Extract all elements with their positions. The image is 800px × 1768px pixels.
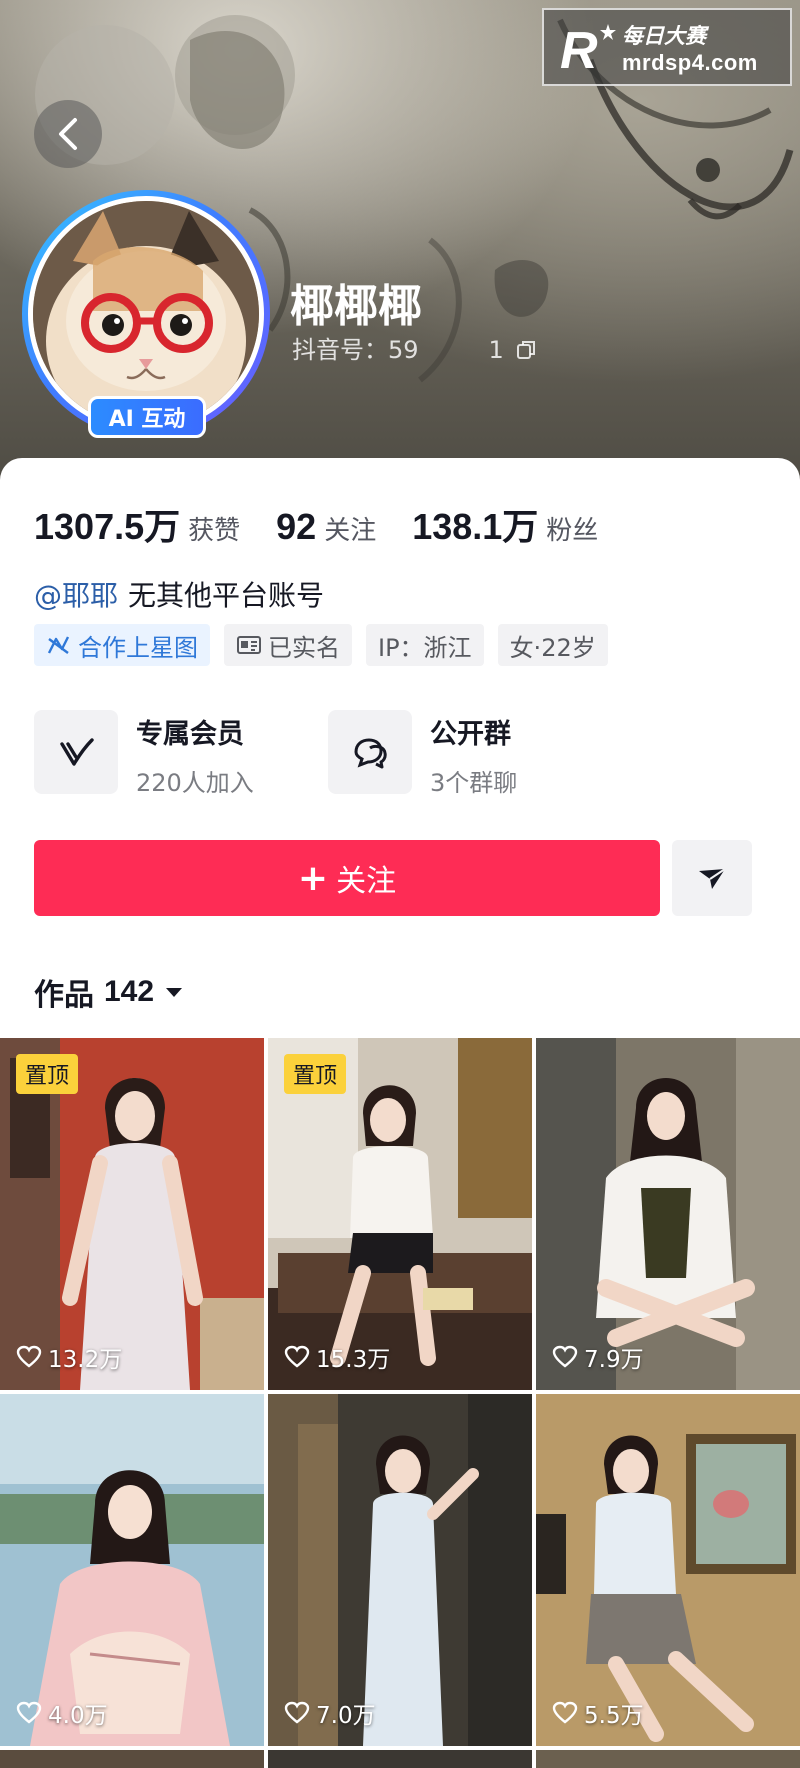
tag-star-map[interactable]: 合作上星图 — [34, 624, 210, 666]
id-card-icon — [237, 636, 261, 654]
feature-text: 专属会员 220人加入 — [136, 710, 254, 798]
watermark-logo-icon: R — [560, 22, 616, 78]
stat-following[interactable]: 92 关注 — [276, 506, 376, 548]
heart-icon — [552, 1701, 578, 1724]
ai-interaction-badge[interactable]: AI 互动 — [88, 396, 206, 438]
video-likes: 5.5万 — [552, 1696, 644, 1730]
v-member-icon — [60, 738, 94, 766]
star-map-icon — [47, 636, 70, 654]
heart-icon — [284, 1345, 310, 1368]
video-likes: 7.9万 — [552, 1340, 644, 1374]
stat-value: 1307.5万 — [34, 506, 181, 547]
tag-verified-name[interactable]: 已实名 — [224, 624, 352, 666]
stat-label: 关注 — [324, 516, 377, 546]
feature-subtitle: 3个群聊 — [430, 769, 518, 797]
bio-text: 无其他平台账号 — [128, 579, 325, 612]
tag-label: 合作上星图 — [78, 633, 198, 662]
watermark-title: 每日大赛 — [622, 25, 706, 48]
send-icon — [699, 868, 726, 889]
tag-label: IP：浙江 — [378, 633, 472, 662]
video-thumbnail[interactable] — [0, 1750, 264, 1768]
video-likes: 13.2万 — [16, 1340, 122, 1374]
stat-value: 92 — [276, 506, 317, 547]
feature-icon-box — [34, 710, 118, 794]
video-thumbnail[interactable] — [536, 1750, 800, 1768]
video-likes-count: 4.0万 — [48, 1703, 108, 1729]
works-count: 142 — [104, 975, 155, 1008]
watermark: R 每日大赛 mrdsp4.com — [542, 8, 792, 86]
tag-label: 女·22岁 — [509, 633, 596, 662]
back-button[interactable] — [34, 100, 102, 168]
douyin-id-right: 1 — [488, 336, 504, 364]
stat-value: 138.1万 — [412, 506, 539, 547]
feature-member[interactable]: 专属会员 220人加入 — [34, 710, 254, 798]
douyin-id-label: 抖音号： — [292, 336, 388, 364]
share-button[interactable] — [672, 840, 752, 916]
profile-tags: 合作上星图 已实名 IP：浙江 女·22岁 — [34, 624, 622, 666]
video-cover-image — [0, 1394, 264, 1746]
cat-with-red-glasses-avatar — [33, 201, 259, 427]
plus-icon: + — [297, 857, 329, 899]
stat-likes[interactable]: 1307.5万 获赞 — [34, 498, 240, 550]
chat-bubbles-icon — [354, 738, 387, 769]
bio-mention-link[interactable]: @耶耶 — [34, 579, 118, 612]
stat-label: 获赞 — [188, 516, 241, 546]
feature-title: 公开群 — [430, 719, 511, 750]
svg-text:R: R — [560, 22, 598, 78]
profile-header: R 每日大赛 mrdsp4.com AI 互动 椰椰椰 抖音号：59 1 — [0, 0, 800, 500]
video-thumbnail[interactable]: 置顶 13.2万 — [0, 1038, 264, 1390]
video-likes-count: 13.2万 — [48, 1347, 123, 1373]
feature-title: 专属会员 — [136, 719, 244, 750]
video-thumbnail[interactable]: 5.5万 — [536, 1394, 800, 1746]
chevron-left-icon — [59, 118, 77, 150]
heart-icon — [552, 1345, 578, 1368]
stat-label: 粉丝 — [546, 516, 599, 546]
heart-icon — [16, 1701, 42, 1724]
video-thumbnail[interactable]: 7.0万 — [268, 1394, 532, 1746]
video-cover-image — [536, 1394, 800, 1746]
video-likes: 4.0万 — [16, 1696, 108, 1730]
video-likes: 15.3万 — [284, 1340, 390, 1374]
follow-button[interactable]: + 关注 — [34, 840, 660, 916]
profile-nickname: 椰椰椰 — [290, 282, 422, 331]
watermark-url: mrdsp4.com — [622, 50, 758, 75]
heart-icon — [16, 1345, 42, 1368]
caret-down-icon — [166, 988, 183, 997]
video-thumbnail[interactable]: 置顶 15.3万 — [268, 1038, 532, 1390]
video-thumbnail[interactable]: 7.9万 — [536, 1038, 800, 1390]
douyin-id[interactable]: 抖音号：59 1 — [292, 330, 537, 365]
video-thumbnail[interactable]: 4.0万 — [0, 1394, 264, 1746]
bio: @耶耶 无其他平台账号 — [34, 574, 324, 614]
video-likes-count: 7.0万 — [316, 1703, 376, 1729]
feature-icon-box — [328, 710, 412, 794]
copy-icon[interactable] — [515, 339, 537, 361]
works-label: 作品 — [34, 978, 94, 1013]
tag-label: 已实名 — [268, 633, 340, 662]
feature-public-group[interactable]: 公开群 3个群聊 — [328, 710, 517, 798]
video-likes: 7.0万 — [284, 1696, 376, 1730]
video-thumbnail[interactable] — [268, 1750, 532, 1768]
douyin-id-left: 59 — [388, 336, 419, 364]
feature-subtitle: 220人加入 — [136, 769, 254, 797]
stat-followers[interactable]: 138.1万 粉丝 — [412, 498, 598, 550]
pinned-badge: 置顶 — [16, 1054, 79, 1094]
video-likes-count: 15.3万 — [316, 1347, 391, 1373]
follow-button-label: 关注 — [336, 864, 397, 899]
feature-text: 公开群 3个群聊 — [430, 710, 517, 798]
works-tab[interactable]: 作品 142 — [34, 970, 184, 1014]
video-likes-count: 7.9万 — [584, 1347, 644, 1373]
stats-row: 1307.5万 获赞 92 关注 138.1万 粉丝 — [34, 498, 634, 550]
heart-icon — [284, 1701, 310, 1724]
tag-ip-location: IP：浙江 — [366, 624, 484, 666]
video-cover-image — [536, 1038, 800, 1390]
tag-gender-age: 女·22岁 — [497, 624, 608, 666]
video-grid: 置顶 13.2万 置顶 15.3万 7.9万 4.0万 7.0万 5.5万 — [0, 1038, 800, 1768]
video-likes-count: 5.5万 — [584, 1703, 644, 1729]
pinned-badge: 置顶 — [284, 1054, 347, 1094]
video-cover-image — [268, 1394, 532, 1746]
